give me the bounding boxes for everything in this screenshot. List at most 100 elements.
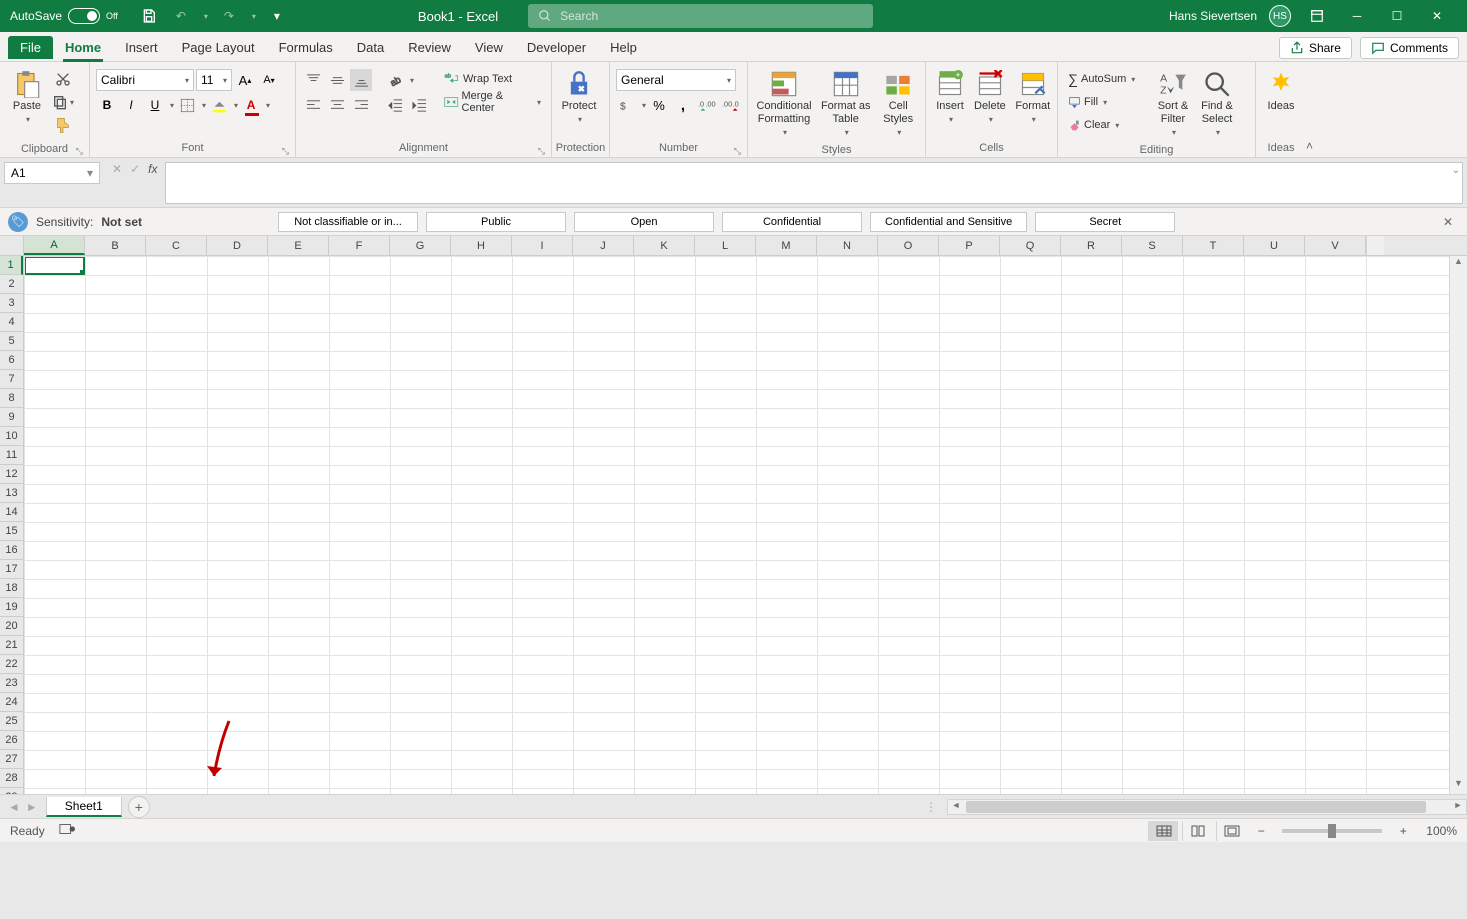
tab-page-layout[interactable]: Page Layout (170, 34, 267, 61)
sensitivity-close-icon[interactable]: ✕ (1437, 215, 1459, 229)
sort-filter-button[interactable]: AZ Sort & Filter▾ (1152, 68, 1194, 140)
number-dialog-launcher[interactable]: ⤡ (734, 146, 741, 157)
row-header[interactable]: 28 (0, 769, 23, 788)
redo-icon[interactable]: ↷ (218, 5, 240, 27)
cells-area[interactable] (24, 256, 1449, 794)
cell-styles-button[interactable]: Cell Styles▾ (877, 68, 919, 140)
autosum-button[interactable]: ∑AutoSum▾ (1064, 68, 1150, 90)
zoom-out-icon[interactable]: − (1250, 820, 1272, 842)
column-header[interactable]: A (24, 236, 85, 255)
align-center-icon[interactable] (326, 94, 348, 116)
increase-decimal-icon[interactable]: .0.00 (696, 94, 718, 116)
column-header[interactable]: L (695, 236, 756, 255)
row-header[interactable]: 21 (0, 636, 23, 655)
paste-button[interactable]: Paste ▾ (6, 68, 48, 127)
tab-review[interactable]: Review (396, 34, 463, 61)
column-header[interactable]: D (207, 236, 268, 255)
decrease-decimal-icon[interactable]: .00.0 (720, 94, 742, 116)
comma-style-icon[interactable]: , (672, 94, 694, 116)
maximize-icon[interactable]: ☐ (1383, 2, 1411, 30)
column-header[interactable]: S (1122, 236, 1183, 255)
comments-button[interactable]: Comments (1360, 37, 1459, 59)
row-header[interactable]: 14 (0, 503, 23, 522)
tab-view[interactable]: View (463, 34, 515, 61)
row-header[interactable]: 22 (0, 655, 23, 674)
row-header[interactable]: 23 (0, 674, 23, 693)
column-header[interactable]: B (85, 236, 146, 255)
format-painter-icon[interactable] (50, 114, 76, 136)
column-header[interactable]: O (878, 236, 939, 255)
formula-input[interactable]: ⌄ (165, 162, 1463, 204)
format-as-table-button[interactable]: Format as Table▾ (816, 68, 875, 140)
row-header[interactable]: 26 (0, 731, 23, 750)
tab-data[interactable]: Data (345, 34, 396, 61)
sheet-split-handle[interactable]: ⋮ (917, 800, 947, 814)
column-header[interactable]: G (390, 236, 451, 255)
cut-icon[interactable] (50, 68, 76, 90)
sensitivity-option-3[interactable]: Confidential (722, 212, 862, 232)
decrease-indent-icon[interactable] (384, 94, 406, 116)
sheet-tab-active[interactable]: Sheet1 (46, 797, 122, 817)
align-left-icon[interactable] (302, 94, 324, 116)
row-header[interactable]: 18 (0, 579, 23, 598)
row-header[interactable]: 24 (0, 693, 23, 712)
autosave[interactable]: AutoSave Off (0, 8, 128, 24)
sensitivity-option-5[interactable]: Secret (1035, 212, 1175, 232)
zoom-thumb[interactable] (1328, 824, 1336, 838)
find-select-button[interactable]: Find & Select▾ (1196, 68, 1238, 140)
column-header[interactable]: E (268, 236, 329, 255)
column-header[interactable]: I (512, 236, 573, 255)
decrease-font-icon[interactable]: A▾ (258, 69, 280, 91)
column-header[interactable]: C (146, 236, 207, 255)
row-header[interactable]: 19 (0, 598, 23, 617)
row-header[interactable]: 13 (0, 484, 23, 503)
column-header[interactable]: P (939, 236, 1000, 255)
ideas-button[interactable]: Ideas (1262, 68, 1300, 115)
row-header[interactable]: 17 (0, 560, 23, 579)
row-header[interactable]: 12 (0, 465, 23, 484)
row-header[interactable]: 5 (0, 332, 23, 351)
orientation-icon[interactable]: ab (384, 69, 406, 91)
column-header[interactable]: R (1061, 236, 1122, 255)
search-box[interactable]: Search (528, 4, 873, 28)
tab-insert[interactable]: Insert (113, 34, 170, 61)
row-header[interactable]: 6 (0, 351, 23, 370)
sheet-nav-prev-icon[interactable]: ◄ (8, 800, 20, 814)
increase-indent-icon[interactable] (408, 94, 430, 116)
minimize-icon[interactable]: ─ (1343, 2, 1371, 30)
insert-cells-button[interactable]: + Insert▾ (932, 68, 968, 127)
name-box-drop-icon[interactable]: ▾ (87, 166, 93, 180)
bold-icon[interactable]: B (96, 94, 118, 116)
user-avatar[interactable]: HS (1269, 5, 1291, 27)
view-page-break-icon[interactable] (1216, 821, 1246, 841)
row-header[interactable]: 27 (0, 750, 23, 769)
tab-home[interactable]: Home (53, 34, 113, 61)
column-header[interactable]: K (634, 236, 695, 255)
row-header[interactable]: 29 (0, 788, 23, 794)
selected-cell[interactable] (24, 256, 85, 275)
protect-button[interactable]: Protect ▾ (558, 68, 600, 127)
horizontal-scrollbar[interactable]: ◄ ► (947, 799, 1467, 815)
column-header[interactable]: J (573, 236, 634, 255)
hscroll-thumb[interactable] (966, 801, 1426, 813)
column-header[interactable]: M (756, 236, 817, 255)
row-header[interactable]: 3 (0, 294, 23, 313)
macro-record-icon[interactable] (59, 822, 75, 839)
view-page-layout-icon[interactable] (1182, 821, 1212, 841)
select-all-corner[interactable] (0, 236, 24, 255)
tab-file[interactable]: File (8, 36, 53, 59)
align-right-icon[interactable] (350, 94, 372, 116)
column-header[interactable]: V (1305, 236, 1366, 255)
format-cells-button[interactable]: Format▾ (1012, 68, 1054, 127)
row-header[interactable]: 11 (0, 446, 23, 465)
vertical-scrollbar[interactable]: ▲ ▼ (1449, 256, 1467, 794)
formula-expand-icon[interactable]: ⌄ (1452, 165, 1460, 176)
column-header[interactable]: H (451, 236, 512, 255)
insert-function-icon[interactable]: fx (148, 162, 157, 176)
redo-drop[interactable]: ▾ (252, 12, 256, 21)
column-header[interactable]: N (817, 236, 878, 255)
sensitivity-option-2[interactable]: Open (574, 212, 714, 232)
merge-center-button[interactable]: Merge & Center▾ (440, 91, 545, 113)
borders-icon[interactable] (176, 94, 198, 116)
sensitivity-option-1[interactable]: Public (426, 212, 566, 232)
